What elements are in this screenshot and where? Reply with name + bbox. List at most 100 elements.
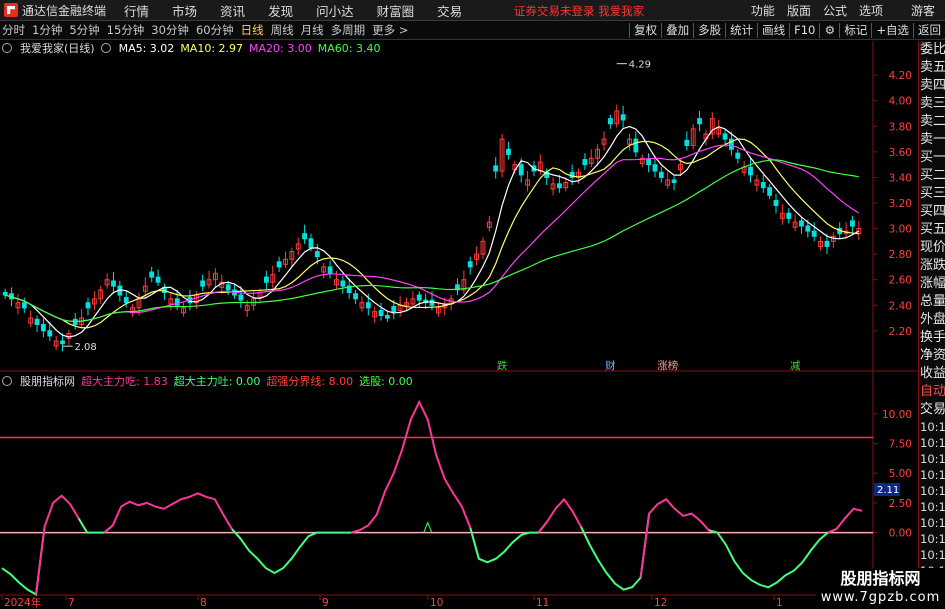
- sidebar-label: 买五: [920, 222, 945, 237]
- ind-green-line: [469, 521, 548, 564]
- candle-body: [735, 152, 741, 159]
- candle-body: [518, 164, 524, 176]
- sidebar-label: 交易: [920, 402, 945, 417]
- candle-body: [21, 302, 27, 309]
- sidebar-label: 自动: [920, 384, 945, 399]
- sidebar-label: 总量: [920, 294, 945, 309]
- candle-body: [327, 266, 333, 274]
- indicator-legend: 股朋指标网 超大主力吃: 1.83 超大主力吐: 0.00 超强分界线: 8.0…: [2, 374, 413, 388]
- event-tag[interactable]: 财: [605, 359, 616, 372]
- ind-tick-label: 10.00: [882, 409, 912, 421]
- legend-toggle-icon[interactable]: [100, 42, 113, 55]
- ind-red-line: [639, 498, 718, 578]
- sidebar-label: 买二: [920, 168, 945, 183]
- candle-body: [314, 251, 320, 258]
- tick-time: 10:19: [920, 468, 945, 482]
- price-tick-label: 3.20: [889, 198, 912, 210]
- candle-body: [633, 138, 639, 153]
- candle-body: [85, 302, 91, 309]
- candle-body: [225, 284, 231, 291]
- candle-body: [384, 314, 390, 319]
- candle-body: [365, 302, 371, 309]
- event-tag[interactable]: 减: [790, 360, 801, 372]
- price-tick-label: 4.20: [889, 70, 912, 82]
- candle-body: [340, 280, 346, 287]
- tick-time: 10:19: [920, 500, 945, 514]
- watermark-line2: www.7gpzb.com: [820, 590, 941, 605]
- indicator-toggle-icon[interactable]: [2, 375, 14, 388]
- candle-body: [671, 179, 677, 184]
- sidebar-label: 委比: [920, 42, 945, 57]
- high-annotation: 4.29: [629, 60, 651, 71]
- sidebar-label: 现价: [920, 240, 945, 255]
- date-tick-label: 11: [536, 597, 549, 609]
- date-tick-label: 7: [68, 597, 75, 609]
- candle-body: [850, 220, 855, 227]
- ma10-value: MA10: 2.97: [180, 41, 244, 55]
- candle-body: [824, 240, 830, 247]
- price-tick-label: 3.60: [889, 147, 912, 159]
- candle-body: [493, 165, 499, 172]
- sidebar-label: 买一: [920, 150, 945, 165]
- sidebar-label: 买三: [920, 186, 945, 201]
- candle-body: [302, 233, 308, 240]
- sidebar-label: 买四: [920, 204, 945, 219]
- candle-body: [391, 306, 397, 313]
- tick-time: 10:19: [920, 548, 945, 562]
- sidebar-label: 涨幅: [920, 276, 945, 291]
- date-tick-label: 12: [654, 597, 667, 609]
- candle-body: [607, 118, 613, 125]
- date-tick-label: 10: [430, 597, 443, 609]
- candle-body: [773, 199, 779, 207]
- ind-green-line: [231, 528, 360, 575]
- watermark-line1: 股朋指标网: [840, 569, 921, 588]
- date-tick-label: 9: [322, 597, 329, 609]
- ind-green-line: [580, 513, 651, 591]
- ind-tick-label: 5.00: [889, 468, 912, 480]
- ma60-value: MA60: 3.40: [317, 41, 381, 55]
- tick-time: 10:18: [920, 420, 945, 434]
- ind-red-line: [350, 399, 480, 559]
- ma20-value: MA20: 3.00: [249, 41, 312, 55]
- tick-time: 10:19: [920, 532, 945, 546]
- candle-body: [200, 280, 206, 287]
- candle-body: [308, 238, 314, 249]
- candle-body: [34, 318, 40, 325]
- candle-body: [722, 133, 728, 140]
- indicator-value-c: 超强分界线: 8.00: [266, 375, 354, 388]
- legend-toggle-icon[interactable]: [2, 42, 14, 55]
- candle-body: [582, 159, 588, 166]
- price-tick-label: 3.40: [889, 172, 912, 184]
- indicator-value-a: 超大主力吃: 1.83: [81, 375, 168, 388]
- ind-tick-label: 7.50: [889, 438, 912, 450]
- ind-tick-label: 0.00: [889, 528, 912, 540]
- candle-body: [805, 225, 811, 232]
- candle-body: [697, 118, 702, 125]
- indicator-value-b: 超大主力吐: 0.00: [173, 375, 261, 388]
- indicator-name[interactable]: 股朋指标网: [20, 373, 75, 389]
- date-tick-label: 1: [776, 597, 783, 609]
- ind-tick-label: 2.50: [889, 498, 912, 510]
- candle-body: [155, 276, 161, 283]
- tick-time: 10:18: [920, 436, 945, 450]
- candle-body: [811, 230, 817, 237]
- date-tick-label: 8: [200, 597, 207, 609]
- price-tick-label: 2.40: [889, 300, 912, 312]
- candle-body: [40, 323, 46, 332]
- price-tick-label: 3.80: [889, 121, 912, 133]
- candle-body: [652, 164, 658, 172]
- candle-body: [149, 271, 155, 278]
- candle-body: [263, 276, 269, 283]
- candle-body: [556, 183, 562, 189]
- candle-body: [506, 148, 511, 155]
- sidebar-label: 卖五: [920, 60, 945, 75]
- kline-chart[interactable]: 4.20 4.00 3.80 3.60 3.40 3.20 3.00 2.80 2.60 2.40…: [0, 0, 945, 609]
- candle-body: [111, 280, 116, 287]
- candle-body: [684, 139, 690, 146]
- date-tick-label: 2024年: [4, 596, 41, 609]
- event-tag[interactable]: 涨榜: [657, 359, 678, 372]
- tick-time: 10:19: [920, 484, 945, 498]
- candle-body: [238, 294, 244, 301]
- event-tag[interactable]: 跌: [497, 359, 508, 372]
- price-tick-label: 2.20: [889, 326, 912, 338]
